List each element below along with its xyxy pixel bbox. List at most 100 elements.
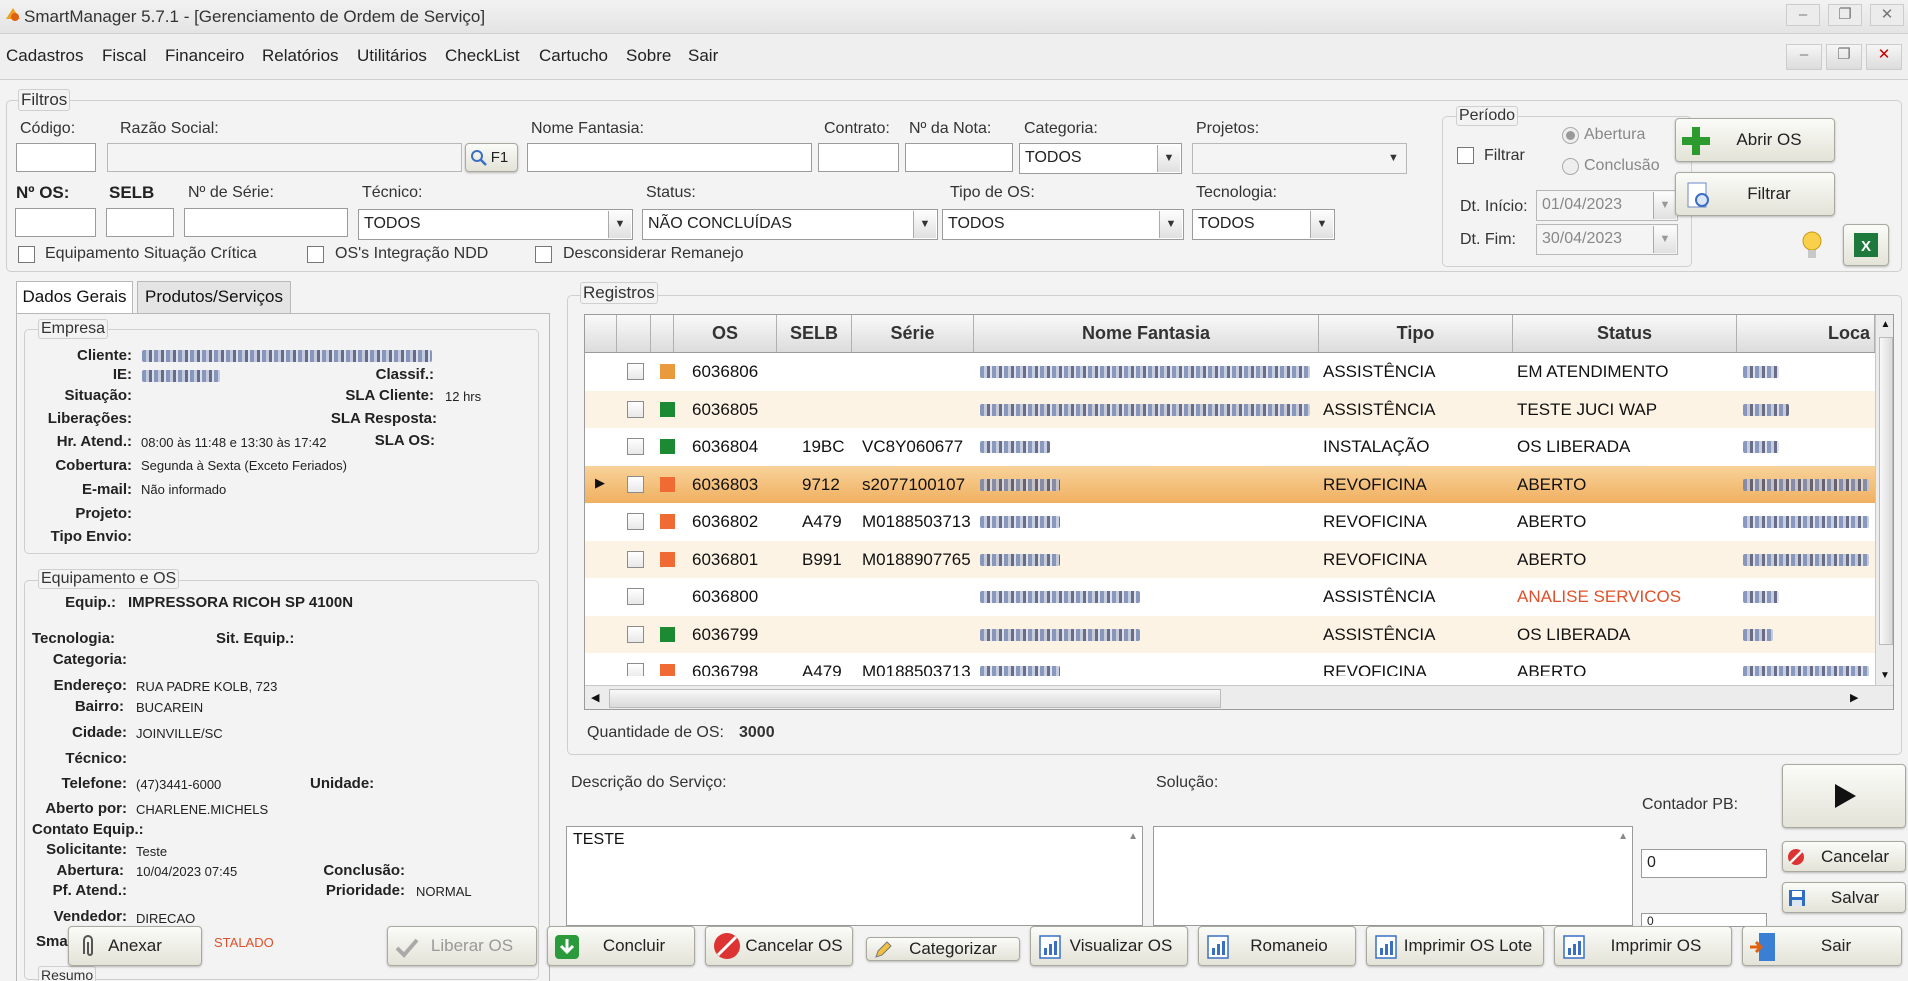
cell-os: 6036802 xyxy=(692,512,759,531)
horizontal-scrollbar[interactable]: ◀ ▶ xyxy=(585,685,1893,709)
table-row[interactable]: 6036806 ASSISTÊNCIA EM ATENDIMENTO xyxy=(585,353,1875,390)
excel-export-button[interactable]: X xyxy=(1843,224,1889,266)
menu-utilitarios[interactable]: Utilitários xyxy=(357,46,427,66)
prioridade-label: Prioridade: xyxy=(325,882,405,899)
row-checkbox[interactable] xyxy=(627,663,644,676)
abertura-radio[interactable] xyxy=(1562,127,1579,144)
salvar-button[interactable]: Salvar xyxy=(1782,882,1906,913)
projetos-select[interactable]: ▼ xyxy=(1192,143,1407,174)
critica-checkbox[interactable] xyxy=(18,246,35,263)
table-row[interactable]: ▶ 6036803 9712 s2077100107 REVOFICINA ABERTO xyxy=(585,465,1875,503)
f1-search-button[interactable]: F1 xyxy=(465,143,518,172)
periodo-filtrar-checkbox[interactable] xyxy=(1457,147,1474,164)
conclusao-radio[interactable] xyxy=(1562,158,1579,175)
scroll-left-icon[interactable]: ◀ xyxy=(591,691,599,704)
row-checkbox[interactable] xyxy=(627,550,644,568)
header-status[interactable]: Status xyxy=(1513,315,1737,352)
row-checkbox[interactable] xyxy=(627,625,644,643)
dt-fim-picker[interactable]: 30/04/2023 ▼ xyxy=(1536,224,1678,255)
window-maximize-button[interactable]: ❐ xyxy=(1828,4,1862,26)
child-maximize-button[interactable]: ❐ xyxy=(1826,44,1862,70)
row-checkbox[interactable] xyxy=(627,588,644,605)
scroll-right-icon[interactable]: ▶ xyxy=(1850,691,1858,704)
tecnologia-select[interactable]: TODOS ▼ xyxy=(1192,209,1335,240)
lightbulb-icon[interactable] xyxy=(1800,229,1824,263)
row-checkbox[interactable] xyxy=(627,475,644,493)
selb-input[interactable] xyxy=(106,208,174,237)
contador-input[interactable]: 0 xyxy=(1641,849,1767,878)
codigo-input[interactable] xyxy=(16,143,96,172)
dt-inicio-picker[interactable]: 01/04/2023 ▼ xyxy=(1536,190,1678,221)
header-tipo[interactable]: Tipo xyxy=(1319,315,1513,352)
horizontal-scroll-thumb[interactable] xyxy=(609,689,1221,708)
table-row[interactable]: 6036801 B991 M0188907765 REVOFICINA ABERTO xyxy=(585,540,1875,578)
sair-button[interactable]: Sair xyxy=(1742,926,1902,966)
vertical-scroll-thumb[interactable] xyxy=(1879,337,1893,645)
razao-social-input[interactable] xyxy=(107,143,462,172)
menu-checklist[interactable]: CheckList xyxy=(445,46,520,66)
tab-produtos-servicos[interactable]: Produtos/Serviços xyxy=(137,281,291,313)
tab-dados-gerais[interactable]: Dados Gerais xyxy=(16,281,133,315)
header-nome-fantasia[interactable]: Nome Fantasia xyxy=(974,315,1319,352)
menu-relatorios[interactable]: Relatórios xyxy=(262,46,339,66)
menu-cartucho[interactable]: Cartucho xyxy=(539,46,608,66)
menu-sair[interactable]: Sair xyxy=(688,46,718,66)
play-button[interactable] xyxy=(1782,764,1906,828)
concluir-button[interactable]: Concluir xyxy=(547,926,695,966)
header-selb[interactable]: SELB xyxy=(777,315,852,352)
filtrar-button[interactable]: Filtrar xyxy=(1675,172,1835,216)
table-row[interactable]: 6036800 ASSISTÊNCIA ANALISE SERVICOS xyxy=(585,578,1875,615)
categorizar-button[interactable]: Categorizar xyxy=(866,937,1020,961)
nos-input[interactable] xyxy=(15,208,96,237)
menu-financeiro[interactable]: Financeiro xyxy=(165,46,244,66)
status-select[interactable]: NÃO CONCLUÍDAS ▼ xyxy=(642,209,938,240)
cancelar-side-button[interactable]: Cancelar xyxy=(1782,841,1906,872)
remanejo-checkbox[interactable] xyxy=(535,246,552,263)
nome-fantasia-input[interactable] xyxy=(527,143,812,172)
scroll-up-icon[interactable]: ▲ xyxy=(1128,831,1138,842)
tipo-os-select[interactable]: TODOS ▼ xyxy=(942,209,1184,240)
row-checkbox[interactable] xyxy=(627,400,644,418)
table-row[interactable]: 6036805 ASSISTÊNCIA TESTE JUCI WAP xyxy=(585,390,1875,428)
child-minimize-button[interactable]: – xyxy=(1786,44,1822,70)
visualizar-os-button[interactable]: Visualizar OS xyxy=(1030,926,1188,966)
imprimir-lote-button[interactable]: Imprimir OS Lote xyxy=(1366,926,1544,966)
scroll-down-icon[interactable]: ▼ xyxy=(1880,670,1890,681)
descricao-textarea[interactable]: TESTE ▲ xyxy=(566,826,1143,926)
os-grid[interactable]: OS SELB Série Nome Fantasia Tipo Status … xyxy=(584,314,1894,710)
header-local[interactable]: Loca xyxy=(1737,315,1875,352)
table-row[interactable]: 6036804 19BC VC8Y060677 INSTALAÇÃO OS LIBERA… xyxy=(585,428,1875,465)
row-checkbox[interactable] xyxy=(627,363,644,380)
child-close-button[interactable]: ✕ xyxy=(1866,44,1902,70)
liberar-os-button[interactable]: Liberar OS xyxy=(387,926,537,966)
window-close-button[interactable]: ✕ xyxy=(1870,4,1904,26)
window-minimize-button[interactable]: – xyxy=(1786,4,1820,26)
solucao-textarea[interactable]: ▲ xyxy=(1153,826,1633,926)
table-row[interactable]: 6036802 A479 M0188503713 REVOFICINA ABERTO xyxy=(585,503,1875,540)
ndd-checkbox[interactable] xyxy=(307,246,324,263)
vertical-scrollbar[interactable]: ▲ ▼ xyxy=(1875,315,1893,685)
header-os[interactable]: OS xyxy=(674,315,777,352)
contador-input-2[interactable]: 0 xyxy=(1641,913,1767,927)
row-checkbox[interactable] xyxy=(627,513,644,530)
table-row[interactable]: 6036799 ASSISTÊNCIA OS LIBERADA xyxy=(585,615,1875,653)
romaneio-button[interactable]: Romaneio xyxy=(1198,926,1356,966)
abrir-os-button[interactable]: Abrir OS xyxy=(1675,118,1835,162)
serie-input[interactable] xyxy=(184,208,348,237)
nota-input[interactable] xyxy=(905,143,1013,172)
menu-fiscal[interactable]: Fiscal xyxy=(102,46,146,66)
contrato-input[interactable] xyxy=(818,143,899,172)
scroll-up-icon[interactable]: ▲ xyxy=(1618,831,1628,842)
hr-atend-label: Hr. Atend.: xyxy=(56,433,132,450)
scroll-up-icon[interactable]: ▲ xyxy=(1876,319,1893,330)
anexar-button[interactable]: Anexar xyxy=(68,926,202,966)
table-row[interactable]: 6036798 A479 M0188503713 REVOFICINA ABERTO xyxy=(585,653,1875,676)
imprimir-os-button[interactable]: Imprimir OS xyxy=(1554,926,1732,966)
categoria-select[interactable]: TODOS ▼ xyxy=(1019,143,1182,174)
menu-sobre[interactable]: Sobre xyxy=(626,46,671,66)
tecnico-select[interactable]: TODOS ▼ xyxy=(358,209,633,240)
cancelar-os-button[interactable]: Cancelar OS xyxy=(705,926,853,966)
header-serie[interactable]: Série xyxy=(852,315,974,352)
menu-cadastros[interactable]: Cadastros xyxy=(6,46,83,66)
row-checkbox[interactable] xyxy=(627,438,644,455)
